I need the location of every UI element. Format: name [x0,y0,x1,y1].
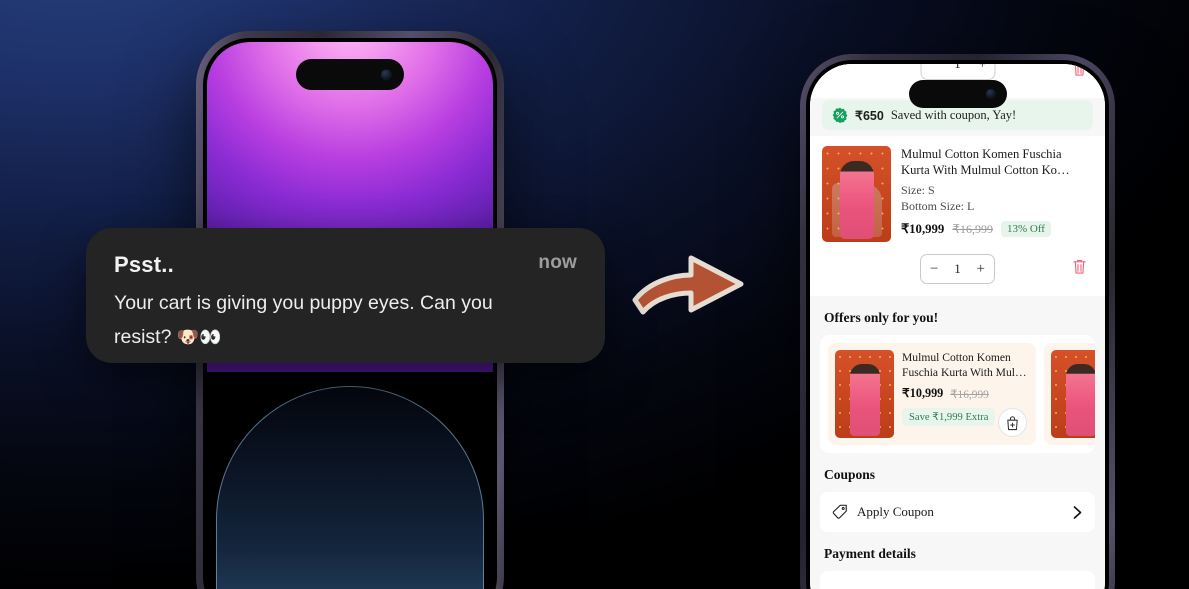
notification-banner[interactable]: Psst.. now Your cart is giving you puppy… [86,228,605,363]
chevron-right-icon [1073,505,1082,519]
original-price: ₹16,999 [952,221,993,236]
decrease-quantity-button[interactable]: − [930,261,938,278]
screenshot-canvas: Psst.. now Your cart is giving you puppy… [0,0,1189,589]
offer-card[interactable]: Mulmul Cotton Komen Fuschia Kurta With M… [828,343,1036,445]
quantity-stepper[interactable]: − 1 + [920,254,995,284]
dynamic-island-left [296,59,404,90]
offers-carousel[interactable]: Mulmul Cotton Komen Fuschia Kurta With M… [820,335,1095,453]
decrease-quantity-button[interactable]: − [929,64,936,72]
product-thumbnail[interactable] [822,146,891,242]
offer-original-price: ₹16,999 [950,388,989,401]
quantity-value: 1 [954,261,961,276]
offer-current-price: ₹10,999 [902,386,944,400]
offer-title: Mulmul Cotton Komen Fuschia Kurta With M… [902,351,1027,379]
tag-icon [832,504,847,519]
product-size: Size: S [901,183,935,197]
saved-amount: ₹650 [855,108,884,123]
notification-timestamp: now [538,252,577,273]
model-figure [1065,364,1095,436]
current-price: ₹10,999 [901,221,945,236]
cart-item-row[interactable]: Mulmul Cotton Komen Fuschia Kurta With M… [822,146,1093,242]
trash-icon [1073,64,1086,76]
quantity-stepper-clipped[interactable]: − 1 + [920,64,995,80]
payment-details-heading: Payment details [824,546,916,561]
cart-scroll-view[interactable]: − 1 + [810,64,1105,589]
offer-thumbnail[interactable] [1051,350,1095,438]
product-bottom-size: Bottom Size: L [901,199,975,213]
left-wallpaper-bottom [207,372,493,589]
notification-body-line-1: Your cart is giving you puppy eyes. Can [114,292,456,314]
percent-badge-icon [832,107,848,123]
offer-save-badge: Save ₹1,999 Extra [902,408,996,426]
transition-arrow-icon [632,255,744,315]
notification-title: Psst.. [114,252,174,277]
increase-quantity-button[interactable]: + [979,64,986,72]
quantity-value: 1 [954,64,961,72]
offers-heading: Offers only for you! [824,310,939,325]
saved-text: Saved with coupon, Yay! [890,107,1017,122]
add-to-bag-icon [1007,415,1018,430]
apply-coupon-row[interactable]: Apply Coupon [820,492,1095,532]
notification-header: Psst.. now [114,252,577,278]
notification-body: Your cart is giving you puppy eyes. Can … [114,286,514,354]
offer-details: Mulmul Cotton Komen Fuschia Kurta With M… [902,350,1029,438]
model-figure [849,364,880,436]
right-phone-screen: − 1 + [810,64,1105,589]
quantity-row: − 1 + [822,254,1093,284]
model-figure [839,161,874,239]
offer-card[interactable] [1044,343,1095,445]
coupons-heading: Coupons [824,467,876,482]
delete-item-button-clipped[interactable] [1072,64,1087,82]
delete-item-button[interactable] [1072,258,1087,280]
dynamic-island-right [908,80,1007,108]
price-row: ₹10,999 ₹16,999 13% Off [901,221,1093,237]
discount-badge: 13% Off [1000,221,1051,237]
front-camera-icon [985,89,996,99]
front-camera-icon [381,69,392,80]
puppy-eyes-emoji: 🐶👀 [176,327,222,347]
increase-quantity-button[interactable]: + [977,261,985,278]
trash-icon [1073,259,1086,274]
product-title: Mulmul Cotton Komen Fuschia Kurta With M… [901,147,1070,177]
right-phone-bezel: − 1 + [806,60,1109,589]
payment-details-card[interactable] [820,571,1095,589]
wallpaper-arch-shape [216,386,484,589]
add-to-bag-button[interactable] [998,408,1027,437]
cart-item-details: Mulmul Cotton Komen Fuschia Kurta With M… [901,146,1093,242]
cart-item-card: Mulmul Cotton Komen Fuschia Kurta With M… [810,136,1105,296]
offer-price-row: ₹10,999 ₹16,999 [902,386,1029,401]
right-phone-mockup: − 1 + [800,54,1115,589]
offer-thumbnail[interactable] [835,350,894,438]
apply-coupon-label: Apply Coupon [857,504,934,519]
